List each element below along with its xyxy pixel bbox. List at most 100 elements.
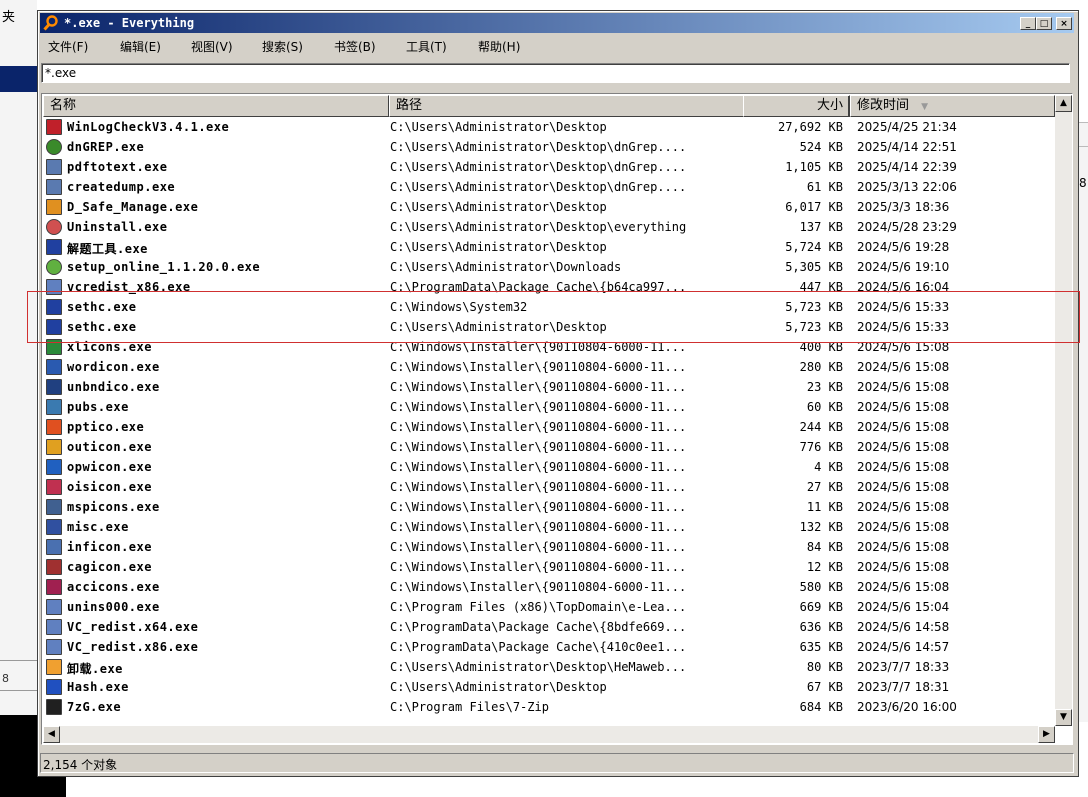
file-modified: 2024/5/6 14:58 — [857, 620, 950, 634]
file-path: C:\ProgramData\Package Cache\{410c0ee1..… — [390, 640, 687, 654]
table-row[interactable]: pubs.exe C:\Windows\Installer\{90110804-6… — [43, 397, 1055, 417]
file-path: C:\Windows\Installer\{90110804-6000-11..… — [390, 500, 687, 514]
file-path: C:\Users\Administrator\Desktop\everythin… — [390, 220, 687, 234]
column-header-size[interactable]: 大小 — [743, 95, 850, 117]
menu-bookmarks[interactable]: 书签(B) — [334, 38, 376, 55]
table-row[interactable]: dnGREP.exe C:\Users\Administrator\Desktop… — [43, 137, 1055, 157]
file-modified: 2024/5/6 15:08 — [857, 400, 950, 414]
table-row[interactable]: xlicons.exe C:\Windows\Installer\{9011080… — [43, 337, 1055, 357]
table-row[interactable]: outicon.exe C:\Windows\Installer\{9011080… — [43, 437, 1055, 457]
table-row[interactable]: unbndico.exe C:\Windows\Installer\{901108… — [43, 377, 1055, 397]
maximize-button[interactable]: □ — [1036, 17, 1052, 30]
file-path: C:\Users\Administrator\Desktop — [390, 680, 607, 694]
table-row[interactable]: cagicon.exe C:\Windows\Installer\{9011080… — [43, 557, 1055, 577]
table-row[interactable]: 解题工具.exe C:\Users\Administrator\Desktop 5,… — [43, 237, 1055, 257]
horizontal-scrollbar[interactable]: ◀ ▶ — [43, 726, 1055, 743]
title-bar[interactable]: *.exe - Everything _ □ × — [40, 13, 1074, 33]
file-size: 635 KB — [799, 640, 843, 654]
table-row[interactable]: pdftotext.exe C:\Users\Administrator\Desk… — [43, 157, 1055, 177]
everything-window: *.exe - Everything _ □ × 文件(F) 编辑(E) 视图(… — [37, 10, 1079, 777]
table-row[interactable]: misc.exe C:\Windows\Installer\{90110804-6… — [43, 517, 1055, 537]
close-button[interactable]: × — [1056, 17, 1072, 30]
file-path: C:\Users\Administrator\Desktop\HeMaweb..… — [390, 660, 687, 674]
table-row[interactable]: Hash.exe C:\Users\Administrator\Desktop 67… — [43, 677, 1055, 697]
file-size: 244 KB — [799, 420, 843, 434]
table-row[interactable]: Uninstall.exe C:\Users\Administrator\Desk… — [43, 217, 1055, 237]
scroll-down-icon[interactable]: ▼ — [1055, 709, 1072, 726]
uninstall-icon — [46, 219, 62, 235]
table-row[interactable]: oisicon.exe C:\Windows\Installer\{9011080… — [43, 477, 1055, 497]
background-text: 8 — [1079, 176, 1087, 190]
file-size: 137 KB — [799, 220, 843, 234]
minimize-button[interactable]: _ — [1020, 17, 1036, 30]
sethc-icon — [46, 319, 62, 335]
table-row[interactable]: mspicons.exe C:\Windows\Installer\{901108… — [43, 497, 1055, 517]
uninstall-app-icon — [46, 659, 62, 675]
tool-app-icon — [46, 239, 62, 255]
table-row[interactable]: 卸载.exe C:\Users\Administrator\Desktop\HeM… — [43, 657, 1055, 677]
file-size: 5,305 KB — [785, 260, 843, 274]
table-row[interactable]: createdump.exe C:\Users\Administrator\Des… — [43, 177, 1055, 197]
table-row[interactable]: wordicon.exe C:\Windows\Installer\{901108… — [43, 357, 1055, 377]
table-row[interactable]: sethc.exe C:\Windows\System32 5,723 KB 2024… — [43, 297, 1055, 317]
file-path: C:\Users\Administrator\Desktop — [390, 120, 607, 134]
scroll-right-icon[interactable]: ▶ — [1038, 726, 1055, 743]
file-size: 61 KB — [806, 180, 843, 194]
column-header-name[interactable]: 名称 — [43, 95, 389, 117]
file-size: 776 KB — [799, 440, 843, 454]
file-size: 4 KB — [814, 460, 843, 474]
file-modified: 2024/5/6 15:08 — [857, 440, 950, 454]
results-list[interactable]: 名称 路径 大小 修改时间 ▼ WinLogCheckV3.4.1.exe C:\… — [41, 93, 1073, 745]
table-row[interactable]: VC_redist.x86.exe C:\ProgramData\Package … — [43, 637, 1055, 657]
table-row[interactable]: unins000.exe C:\Program Files (x86)\TopDo… — [43, 597, 1055, 617]
ois-icon — [46, 479, 62, 495]
divider — [0, 660, 37, 661]
table-row[interactable]: sethc.exe C:\Users\Administrator\Desktop 5… — [43, 317, 1055, 337]
table-row[interactable]: vcredist_x86.exe C:\ProgramData\Package C… — [43, 277, 1055, 297]
scroll-up-icon[interactable]: ▲ — [1055, 95, 1072, 112]
file-name: opwicon.exe — [67, 460, 152, 474]
menu-tools[interactable]: 工具(T) — [406, 38, 447, 55]
file-name: WinLogCheckV3.4.1.exe — [67, 120, 230, 134]
menu-view[interactable]: 视图(V) — [191, 38, 233, 55]
file-name: wordicon.exe — [67, 360, 160, 374]
table-row[interactable]: D_Safe_Manage.exe C:\Users\Administrator\… — [43, 197, 1055, 217]
table-row[interactable]: VC_redist.x64.exe C:\ProgramData\Package … — [43, 617, 1055, 637]
table-row[interactable]: pptico.exe C:\Windows\Installer\{90110804… — [43, 417, 1055, 437]
vertical-scrollbar[interactable]: ▲ ▼ — [1055, 95, 1072, 726]
table-row[interactable]: opwicon.exe C:\Windows\Installer\{9011080… — [43, 457, 1055, 477]
file-name: inficon.exe — [67, 540, 152, 554]
file-modified: 2024/5/6 19:10 — [857, 260, 950, 274]
background-selection — [0, 66, 37, 92]
table-row[interactable]: 7zG.exe C:\Program Files\7-Zip 684 KB 2023/… — [43, 697, 1055, 717]
file-name: setup_online_1.1.20.0.exe — [67, 260, 261, 274]
excel-icon — [46, 339, 62, 355]
file-size: 27 KB — [806, 480, 843, 494]
file-name: misc.exe — [67, 520, 129, 534]
console-app-icon — [46, 179, 62, 195]
menu-edit[interactable]: 编辑(E) — [120, 38, 161, 55]
clipart-icon — [46, 559, 62, 575]
file-name: 解题工具.exe — [67, 242, 148, 256]
table-row[interactable]: WinLogCheckV3.4.1.exe C:\Users\Administra… — [43, 117, 1055, 137]
table-row[interactable]: accicons.exe C:\Windows\Installer\{901108… — [43, 577, 1055, 597]
file-modified: 2024/5/28 23:29 — [857, 220, 957, 234]
winlogcheck-icon — [46, 119, 62, 135]
file-name: pdftotext.exe — [67, 160, 168, 174]
file-name: pubs.exe — [67, 400, 129, 414]
menu-help[interactable]: 帮助(H) — [478, 38, 520, 55]
file-modified: 2024/5/6 15:08 — [857, 480, 950, 494]
file-modified: 2025/3/13 22:06 — [857, 180, 957, 194]
scroll-left-icon[interactable]: ◀ — [43, 726, 60, 743]
file-modified: 2024/5/6 16:04 — [857, 280, 950, 294]
file-modified: 2024/5/6 15:08 — [857, 540, 950, 554]
menu-file[interactable]: 文件(F) — [48, 38, 88, 55]
menu-search[interactable]: 搜索(S) — [262, 38, 303, 55]
table-row[interactable]: inficon.exe C:\Windows\Installer\{9011080… — [43, 537, 1055, 557]
file-size: 5,723 KB — [785, 300, 843, 314]
table-row[interactable]: setup_online_1.1.20.0.exe C:\Users\Admini… — [43, 257, 1055, 277]
file-path: C:\Users\Administrator\Desktop\dnGrep...… — [390, 180, 687, 194]
column-header-modified[interactable]: 修改时间 ▼ — [850, 95, 1055, 117]
search-input[interactable] — [41, 63, 1070, 83]
dsafe-icon — [46, 199, 62, 215]
